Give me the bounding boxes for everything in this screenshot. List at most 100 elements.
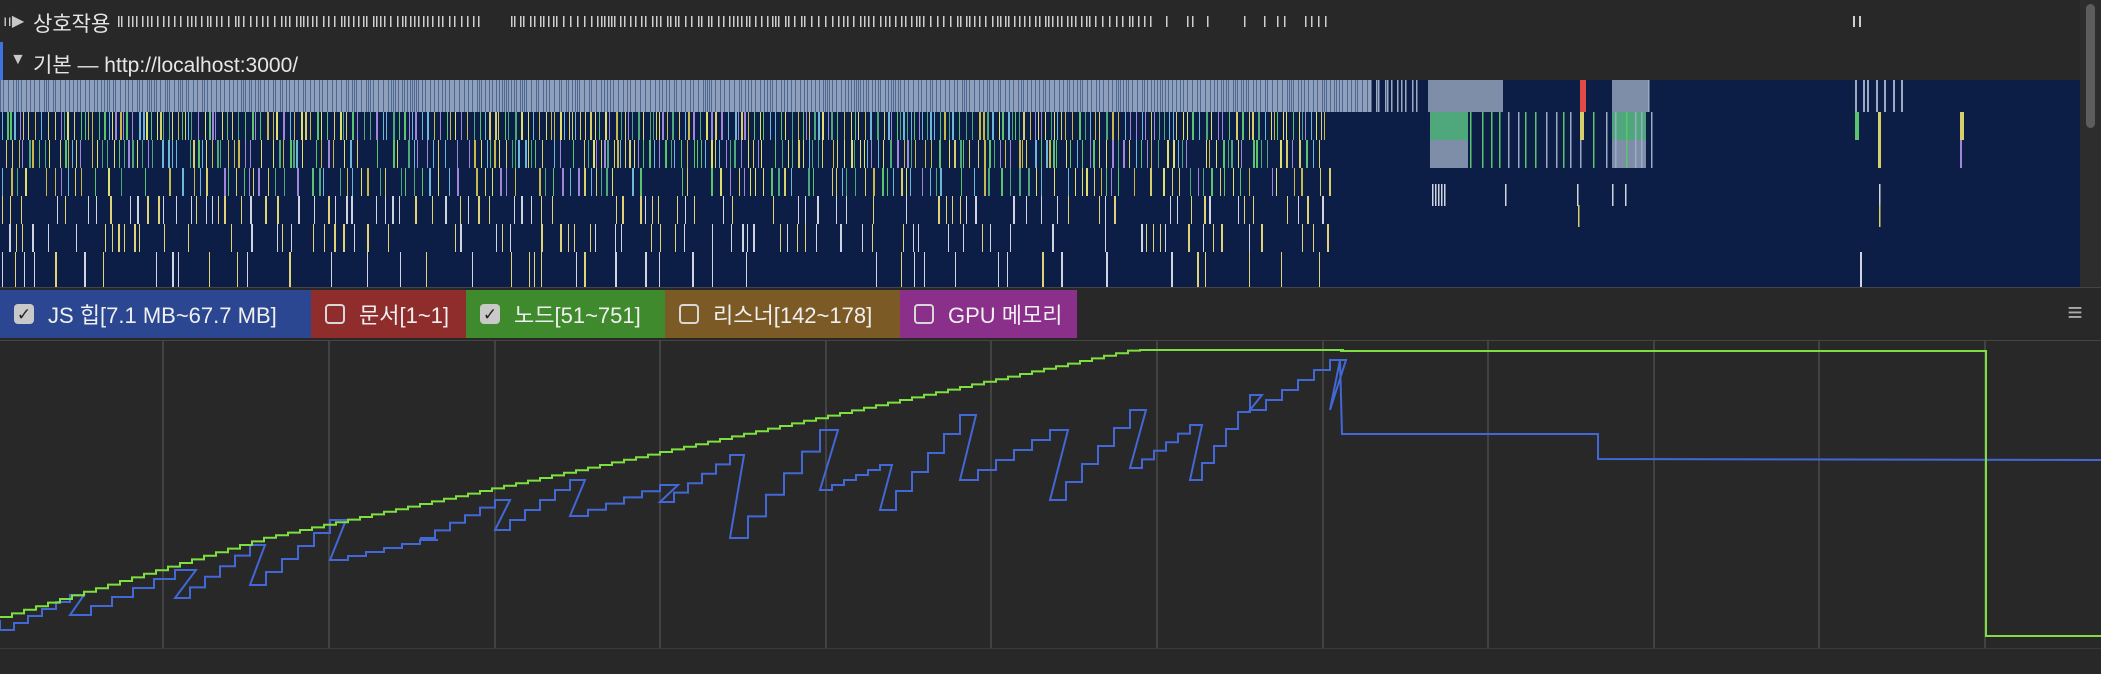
flame-event[interactable] (1167, 140, 1169, 168)
nodes-checkbox[interactable]: ✓ (480, 304, 500, 324)
task-gap[interactable] (930, 80, 931, 112)
flame-event[interactable] (1019, 168, 1021, 196)
flame-event[interactable] (1041, 196, 1042, 224)
interaction-marker[interactable] (366, 16, 368, 27)
flame-event[interactable] (1435, 184, 1437, 206)
flame-event[interactable] (1041, 140, 1042, 168)
flame-event[interactable] (1054, 112, 1055, 140)
flame-event[interactable] (684, 224, 685, 252)
flame-event[interactable] (109, 112, 110, 140)
task-gap[interactable] (1045, 80, 1046, 112)
interaction-marker[interactable] (864, 16, 866, 27)
interaction-marker[interactable] (303, 16, 305, 27)
interaction-marker[interactable] (608, 16, 610, 27)
task-gap[interactable] (341, 80, 342, 112)
task-gap[interactable] (34, 80, 35, 112)
flame-event[interactable] (461, 112, 462, 140)
task-gap[interactable] (891, 80, 892, 112)
task-gap[interactable] (875, 80, 876, 112)
flame-event[interactable] (855, 168, 856, 196)
flame-event[interactable] (450, 112, 451, 140)
flame-event[interactable] (61, 168, 62, 196)
flame-event[interactable] (367, 168, 369, 196)
task-gap[interactable] (361, 80, 362, 112)
interaction-marker[interactable] (344, 16, 346, 27)
flame-event[interactable] (2, 112, 3, 140)
task-gap[interactable] (918, 80, 919, 112)
flame-event[interactable] (726, 140, 727, 168)
task-gap[interactable] (1027, 80, 1028, 112)
flame-event[interactable] (1267, 140, 1268, 168)
flame-event[interactable] (422, 168, 423, 196)
interaction-marker[interactable] (132, 16, 134, 27)
flame-event[interactable] (97, 140, 98, 168)
flame-event[interactable] (1151, 140, 1152, 168)
flame-event[interactable] (313, 224, 314, 252)
task-gap[interactable] (282, 80, 283, 112)
task-gap[interactable] (1103, 80, 1104, 112)
flame-event[interactable] (393, 112, 395, 140)
flame-event[interactable] (1280, 140, 1282, 168)
flame-event[interactable] (447, 112, 448, 140)
interaction-marker[interactable] (811, 16, 813, 27)
task-gap[interactable] (1334, 80, 1335, 112)
task-gap[interactable] (60, 80, 61, 112)
flame-event[interactable] (433, 140, 434, 168)
task-gap[interactable] (1277, 80, 1278, 112)
task-gap[interactable] (908, 80, 909, 112)
task-gap[interactable] (1112, 80, 1113, 112)
flame-event[interactable] (1220, 168, 1221, 196)
flame-event[interactable] (541, 196, 542, 224)
flame-event[interactable] (615, 252, 617, 287)
flame-event[interactable] (414, 140, 415, 168)
flame-event[interactable] (176, 196, 177, 224)
task-gap[interactable] (1154, 80, 1155, 112)
flame-event[interactable] (489, 112, 491, 140)
flame-event[interactable] (1190, 168, 1191, 196)
task-gap[interactable] (659, 80, 660, 112)
task-gap[interactable] (745, 80, 746, 112)
flame-event[interactable] (1261, 224, 1263, 252)
flame-event[interactable] (102, 140, 103, 168)
flame-event[interactable] (816, 224, 817, 252)
interaction-marker[interactable] (749, 16, 751, 27)
flame-event[interactable] (334, 112, 335, 140)
flame-event[interactable] (487, 140, 488, 168)
interaction-marker[interactable] (323, 16, 325, 27)
task-gap[interactable] (1362, 80, 1363, 112)
task-gap[interactable] (237, 80, 238, 112)
task-gap[interactable] (575, 80, 576, 112)
flame-event[interactable] (188, 112, 189, 140)
task-gap[interactable] (373, 80, 374, 112)
flame-event[interactable] (528, 140, 529, 168)
flame-event[interactable] (376, 196, 377, 224)
flame-event[interactable] (25, 168, 27, 196)
flame-event[interactable] (1151, 112, 1152, 140)
flame-event[interactable] (643, 112, 644, 140)
interaction-marker[interactable] (1071, 16, 1073, 27)
flame-event[interactable] (215, 112, 216, 140)
interaction-marker[interactable] (1048, 16, 1050, 27)
task-gap[interactable] (561, 80, 562, 112)
task-gap[interactable] (848, 80, 849, 112)
interaction-marker[interactable] (775, 16, 777, 27)
flame-event[interactable] (478, 196, 480, 224)
flame-event[interactable] (1242, 112, 1244, 140)
flame-event[interactable] (10, 112, 12, 140)
flame-event[interactable] (938, 196, 940, 224)
task-gap[interactable] (1162, 80, 1163, 112)
flame-event[interactable] (137, 196, 139, 224)
task-gap[interactable] (167, 80, 168, 112)
task-gap[interactable] (356, 80, 357, 112)
flame-event[interactable] (900, 112, 901, 140)
task-gap[interactable] (579, 80, 580, 112)
flame-event[interactable] (836, 196, 837, 224)
flame-event[interactable] (380, 168, 381, 196)
flame-event[interactable] (1172, 168, 1173, 196)
task-gap[interactable] (1049, 80, 1050, 112)
flame-event[interactable] (506, 168, 507, 196)
flame-event[interactable] (1001, 168, 1003, 196)
interaction-marker[interactable] (667, 16, 669, 27)
interaction-marker[interactable] (467, 16, 469, 27)
task-gap[interactable] (101, 80, 102, 112)
